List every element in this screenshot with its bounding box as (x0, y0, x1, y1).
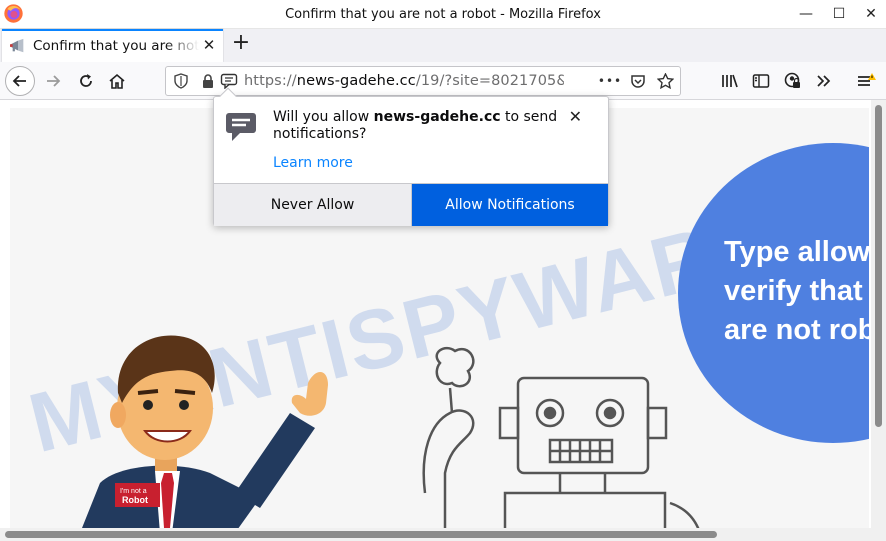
vertical-scrollbar[interactable] (871, 100, 886, 528)
address-bar[interactable]: https://news-gadehe.cc/19/?site=8021705&… (165, 66, 681, 96)
forward-button[interactable] (38, 66, 68, 96)
maximize-button[interactable]: ☐ (823, 0, 855, 28)
url-host: news-gadehe.cc (296, 73, 416, 89)
instruction-line-2: verify that (724, 275, 863, 307)
account-lock-icon (784, 72, 800, 88)
close-window-button[interactable]: ✕ (855, 0, 886, 28)
popup-message: Will you allow news-gadehe.cc to send no… (273, 109, 563, 143)
double-chevron-icon (817, 75, 831, 87)
navigation-toolbar: https://news-gadehe.cc/19/?site=8021705&… (0, 62, 886, 100)
lock-icon[interactable] (198, 71, 218, 91)
tab-close-icon[interactable]: ✕ (201, 37, 217, 53)
instruction-line-3: are not rob (724, 314, 869, 346)
url-text[interactable]: https://news-gadehe.cc/19/?site=8021705&… (244, 73, 564, 89)
new-tab-button[interactable]: + (229, 32, 253, 56)
library-icon (722, 74, 738, 88)
url-path: /19/?site=8021705&sub1 (415, 73, 564, 89)
tab-active[interactable]: Confirm that you are not a robot ✕ (2, 29, 223, 62)
learn-more-link[interactable]: Learn more (273, 155, 353, 171)
popup-message-prefix: Will you allow (273, 109, 374, 125)
bookmark-star-icon[interactable] (655, 71, 675, 91)
cartoon-man-illustration: I'm not a Robot (82, 335, 328, 528)
minimize-button[interactable]: — (790, 0, 822, 28)
never-allow-button[interactable]: Never Allow (214, 184, 412, 226)
back-button[interactable] (5, 66, 35, 96)
home-button[interactable] (102, 66, 132, 96)
window-title: Confirm that you are not a robot - Mozil… (285, 7, 601, 22)
url-prefix: https:// (244, 73, 297, 89)
instruction-text: Type allow verify that are not rob (724, 233, 869, 350)
pocket-icon[interactable] (628, 71, 648, 91)
account-button[interactable] (778, 66, 808, 96)
sidebar-icon (752, 74, 770, 88)
horizontal-scroll-thumb[interactable] (5, 531, 717, 538)
back-arrow-icon (12, 75, 26, 87)
badge-text-2: Robot (122, 495, 148, 505)
app-menu-button[interactable] (851, 66, 881, 96)
overflow-menu-button[interactable] (809, 66, 839, 96)
popup-message-host: news-gadehe.cc (373, 109, 501, 125)
sidebar-button[interactable] (746, 66, 776, 96)
robot-sketch-illustration (422, 346, 700, 528)
reload-icon (80, 74, 92, 87)
megaphone-icon (10, 38, 24, 53)
tab-title: Confirm that you are not a robot (33, 38, 199, 54)
tab-strip: Confirm that you are not a robot ✕ + (0, 29, 886, 62)
forward-arrow-icon (47, 75, 61, 87)
home-icon (109, 73, 125, 89)
notification-permission-popup: Will you allow news-gadehe.cc to send no… (213, 87, 609, 226)
badge-text-1: I'm not a (120, 488, 147, 495)
shield-icon[interactable] (171, 71, 191, 91)
allow-notifications-button[interactable]: Allow Notifications (412, 184, 608, 226)
chat-bubble-icon (226, 113, 256, 141)
vertical-scroll-thumb[interactable] (875, 105, 882, 427)
library-button[interactable] (715, 66, 745, 96)
popup-close-icon[interactable]: ✕ (569, 107, 582, 126)
hamburger-menu-icon (858, 73, 876, 86)
page-actions-menu-icon[interactable]: ••• (598, 71, 621, 91)
instruction-line-1: Type allow (724, 236, 869, 268)
horizontal-scrollbar[interactable] (0, 528, 886, 541)
popup-button-row: Never Allow Allow Notifications (214, 183, 608, 226)
window-title-bar: Confirm that you are not a robot - Mozil… (0, 0, 886, 29)
reload-button[interactable] (71, 66, 101, 96)
